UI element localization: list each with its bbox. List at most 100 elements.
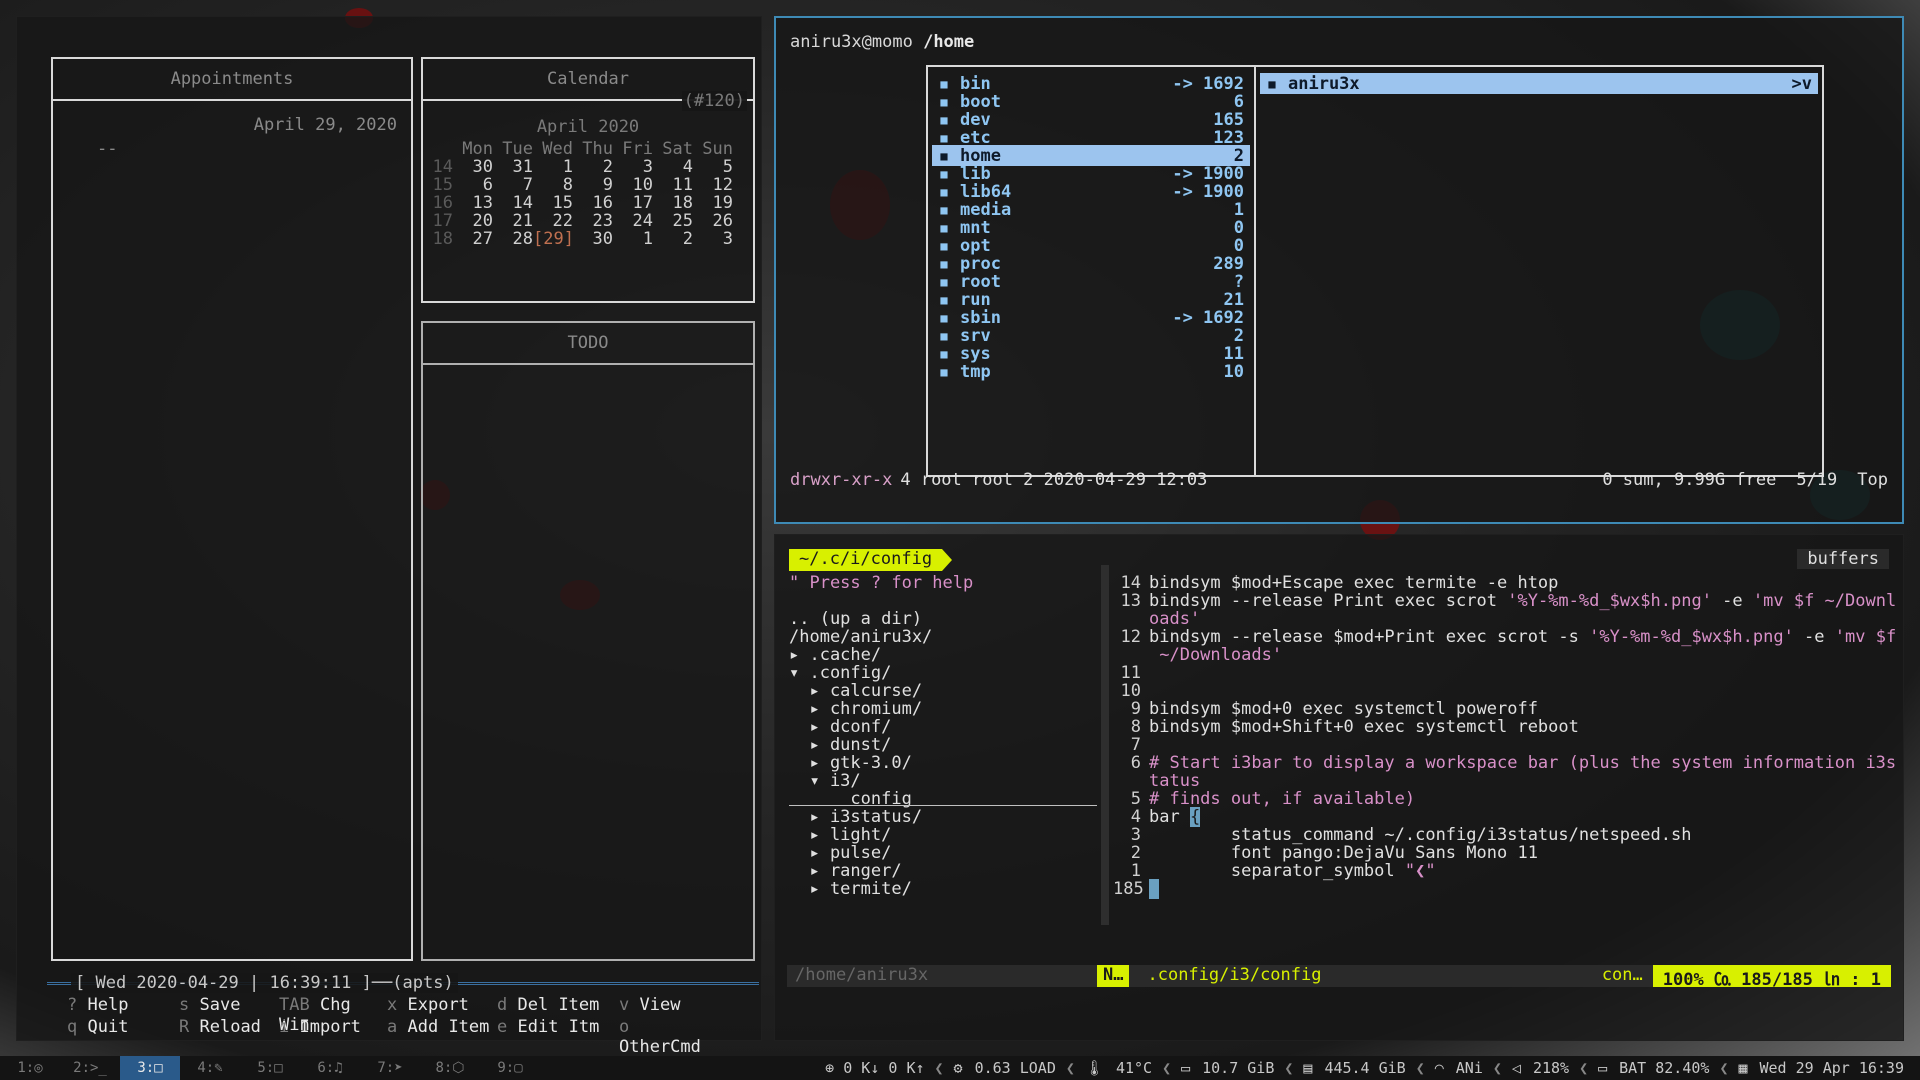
vim-window[interactable]: ~/.c/i/config buffers " Press ? for help… xyxy=(774,534,1904,1041)
calendar-day[interactable]: 15 xyxy=(533,193,573,213)
preview-item[interactable]: ■ aniru3x >v xyxy=(1260,73,1818,94)
todo-panel[interactable]: TODO xyxy=(421,321,755,961)
code-line[interactable]: 14 bindsym $mod+Escape exec termite -e ht… xyxy=(1113,573,1559,593)
calendar-day[interactable]: 7 xyxy=(493,175,533,195)
calendar-day[interactable]: [29] xyxy=(533,229,574,249)
calendar-day[interactable]: 26 xyxy=(693,211,733,231)
calendar-day[interactable]: 22 xyxy=(533,211,573,231)
calendar-day[interactable]: 20 xyxy=(453,211,493,231)
clock: Wed 29 Apr 16:39 xyxy=(1759,1059,1905,1077)
calendar-day[interactable]: 19 xyxy=(693,193,733,213)
calendar-day[interactable]: 8 xyxy=(533,175,573,195)
code-line[interactable]: 12 bindsym --release $mod+Print exec scro… xyxy=(1113,627,1897,647)
code-line[interactable]: 2 font pango:DejaVu Sans Mono 11 xyxy=(1113,843,1538,863)
calendar-day[interactable]: 1 xyxy=(613,229,653,249)
calendar-day[interactable]: 30 xyxy=(573,229,613,249)
code-line[interactable]: 3 status_command ~/.config/i3status/nets… xyxy=(1113,825,1692,845)
preview-item-size: >v xyxy=(1791,73,1812,94)
calendar-day[interactable]: 27 xyxy=(453,229,493,249)
calendar-day[interactable]: 9 xyxy=(573,175,613,195)
ranger-window[interactable]: aniru3x@momo /home ■ bin -> 1692 ■ boot 6 ■ dev… xyxy=(774,16,1904,524)
nerdtree-line[interactable]: " Press ? for help xyxy=(789,573,973,595)
workspace-button[interactable]: 7:➤ xyxy=(360,1056,420,1080)
code-line[interactable]: ~/Downloads' xyxy=(1113,645,1282,665)
line-number: 12 xyxy=(1120,627,1141,647)
workspace-button[interactable]: 4:✎ xyxy=(180,1056,240,1080)
code-line[interactable]: 10 xyxy=(1113,681,1149,701)
code-gutter-separator xyxy=(1101,565,1109,925)
appointments-panel[interactable]: Appointments April 29, 2020 -- xyxy=(51,57,413,961)
keybind-item: i Import xyxy=(279,1017,387,1057)
ranger-preview-column[interactable]: ■ aniru3x >v xyxy=(1254,65,1824,477)
workspace-button[interactable]: 5:□ xyxy=(240,1056,300,1080)
calendar-day[interactable]: 2 xyxy=(573,157,613,177)
workspace-button[interactable]: 6:♫ xyxy=(300,1056,360,1080)
calendar-day[interactable]: 25 xyxy=(653,211,693,231)
calendar-day[interactable]: 14 xyxy=(493,193,533,213)
appointments-title: Appointments xyxy=(170,69,294,89)
user-host: aniru3x@momo xyxy=(790,32,913,52)
calendar-day[interactable]: 5 xyxy=(693,157,733,177)
calendar-day[interactable]: 11 xyxy=(653,175,693,195)
workspace-button[interactable]: 3:□ xyxy=(120,1056,180,1080)
calendar-day[interactable]: 17 xyxy=(613,193,653,213)
calendar-day[interactable]: 23 xyxy=(573,211,613,231)
line-number: 2 xyxy=(1130,843,1141,863)
workspace-button[interactable]: 9:▢ xyxy=(480,1056,540,1080)
code-line[interactable]: 7 xyxy=(1113,735,1149,755)
folder-icon: ■ xyxy=(940,94,948,109)
code-line[interactable]: tatus xyxy=(1113,771,1200,791)
calendar-day[interactable]: 4 xyxy=(653,157,693,177)
keybind-label: Save xyxy=(199,995,241,1015)
calendar-day[interactable]: 21 xyxy=(493,211,533,231)
i3-status-bar: 1:◎ 2:>_ 3:□ 4:✎ 5:□ 6:♫ 7:➤ 8:⬡ 9:▢ ⊕ 0 K↓ 0 K↑… xyxy=(0,1056,1920,1080)
line-number: 5 xyxy=(1130,789,1141,809)
ranger-entry[interactable]: ■ tmp 10 xyxy=(932,361,1250,382)
calcurse-window[interactable]: Appointments April 29, 2020 -- Calendar … xyxy=(16,16,762,1057)
calendar-day[interactable]: 1 xyxy=(533,157,573,177)
calendar-day[interactable]: 6 xyxy=(453,175,493,195)
keybind-label: Quit xyxy=(87,1017,129,1037)
keybind-label: Import xyxy=(299,1017,361,1037)
calendar-day[interactable]: 2 xyxy=(653,229,693,249)
ranger-main-column[interactable]: ■ bin -> 1692 ■ boot 6 ■ dev 165 ■ etc 123 ■ home 2 ■ li… xyxy=(926,65,1256,477)
calendar-day[interactable]: 16 xyxy=(573,193,613,213)
code-line[interactable]: 5 # finds out, if available) xyxy=(1113,789,1415,809)
code-line[interactable]: 185 xyxy=(1113,879,1160,899)
nerdtree-path: ~/.c/i/config xyxy=(789,549,943,571)
calendar-day[interactable]: 3 xyxy=(613,157,653,177)
calendar-day[interactable]: 30 xyxy=(453,157,493,177)
calendar-day[interactable]: 10 xyxy=(613,175,653,195)
code-line[interactable]: 13 bindsym --release Print exec scrot '%Y… xyxy=(1113,591,1897,611)
code-token: bindsym $mod+0 exec systemctl poweroff xyxy=(1149,699,1538,719)
battery-level: BAT 82.40% xyxy=(1619,1059,1710,1077)
calendar-day[interactable]: 3 xyxy=(693,229,733,249)
code-line[interactable]: 1 separator_symbol "❮" xyxy=(1113,861,1436,881)
calendar-day[interactable]: 12 xyxy=(693,175,733,195)
workspace-button[interactable]: 1:◎ xyxy=(0,1056,60,1080)
line-number: 14 xyxy=(1120,573,1141,593)
code-line[interactable]: oads' xyxy=(1113,609,1200,629)
code-line[interactable]: 6 # Start i3bar to display a workspace ba… xyxy=(1113,753,1896,773)
code-line[interactable]: 4 bar { xyxy=(1113,807,1201,827)
calendar-day[interactable]: 24 xyxy=(613,211,653,231)
calendar-day[interactable]: 13 xyxy=(453,193,493,213)
calendar-day[interactable]: 31 xyxy=(493,157,533,177)
code-token: font pango:DejaVu Sans Mono 11 xyxy=(1149,843,1538,863)
nerdtree-line[interactable]: ▸ termite/ xyxy=(789,879,911,901)
wifi-ssid: ANi xyxy=(1455,1059,1483,1077)
calendar-day[interactable]: 18 xyxy=(653,193,693,213)
workspace-button[interactable]: 8:⬡ xyxy=(420,1056,480,1080)
keybind-key: R xyxy=(179,1017,190,1037)
calendar-week-row: 16 13 14 15 16 17 18 19 xyxy=(431,193,733,213)
folder-icon: ■ xyxy=(940,328,948,343)
calendar-panel[interactable]: Calendar (#120) April 2020 Mon Tue Wed T… xyxy=(421,57,755,303)
code-line[interactable]: 9 bindsym $mod+0 exec systemctl poweroff xyxy=(1113,699,1538,719)
code-line[interactable]: 11 xyxy=(1113,663,1149,683)
code-line[interactable]: 8 bindsym $mod+Shift+0 exec systemctl reb… xyxy=(1113,717,1579,737)
calendar-day[interactable]: 28 xyxy=(493,229,533,249)
weekday-label: Sat xyxy=(662,139,693,159)
keybind-key: o xyxy=(619,1017,630,1037)
weekday-label: Wed xyxy=(542,139,573,159)
workspace-button[interactable]: 2:>_ xyxy=(60,1056,120,1080)
